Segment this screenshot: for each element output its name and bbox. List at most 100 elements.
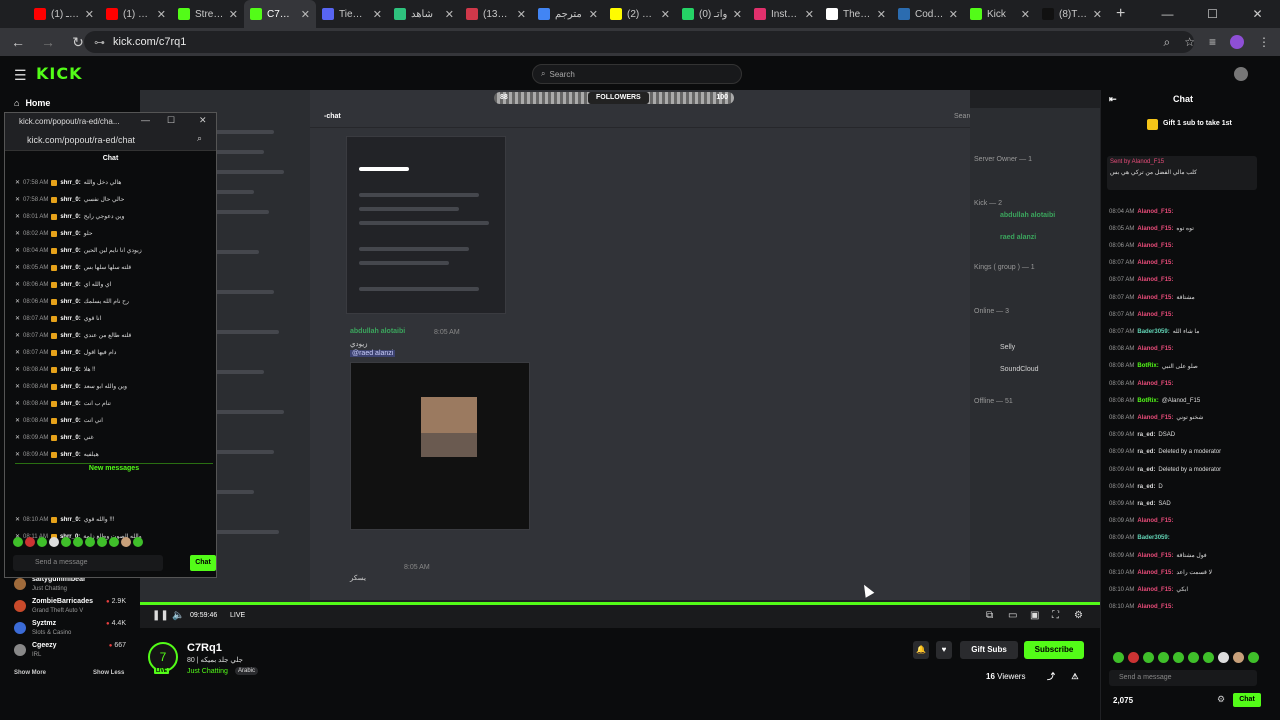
message-user[interactable]: Bader3059: xyxy=(1137,535,1169,541)
sidebar-item-home[interactable]: ⌂ Home xyxy=(14,98,50,108)
message-user[interactable]: Bader3059: xyxy=(1137,329,1169,335)
zoom-icon[interactable]: ⌕ xyxy=(1163,35,1170,50)
message-user[interactable]: shrr_0: xyxy=(60,384,80,390)
sidebar-channel[interactable]: Cgeezy IRL 667 xyxy=(14,642,126,664)
tab-close-icon[interactable]: ✕ xyxy=(877,8,886,21)
tab-close-icon[interactable]: ✕ xyxy=(445,8,454,21)
message-user[interactable]: Alanod_F15: xyxy=(1137,587,1173,593)
chat-message[interactable]: 08:09 AM ra_ed: DSAD xyxy=(1109,428,1261,443)
show-less-link[interactable]: Show Less xyxy=(93,670,124,676)
popout-chat-message[interactable]: ✕ 08:07 AM shrr_0: قلته طالع من عندي xyxy=(15,328,215,343)
gift-sub-banner[interactable]: Gift 1 sub to take 1st xyxy=(1163,120,1232,127)
pip-icon[interactable]: ▣ xyxy=(1030,610,1039,621)
tab-close-icon[interactable]: ✕ xyxy=(1021,8,1030,21)
popout-chat-message[interactable]: ✕ 08:09 AM shrr_0: غني xyxy=(15,430,215,445)
message-user[interactable]: Alanod_F15: xyxy=(1137,243,1173,249)
emote[interactable] xyxy=(1218,652,1229,663)
browser-tab[interactable]: مترجم ✕ xyxy=(532,0,604,28)
emote[interactable] xyxy=(97,537,107,547)
chat-message[interactable]: 08:04 AM Alanod_F15: xyxy=(1109,204,1261,219)
message-user[interactable]: ra_ed: xyxy=(1137,467,1155,473)
message-user[interactable]: Alanod_F15: xyxy=(1137,518,1173,524)
emote[interactable] xyxy=(13,537,23,547)
chat-message[interactable]: 08:09 AM ra_ed: Deleted by a moderator xyxy=(1109,462,1261,477)
chat-message[interactable]: 08:08 AM Alanod_F15: xyxy=(1109,376,1261,391)
chat-message[interactable]: 08:08 AM BotRix: صلو على النبي xyxy=(1109,359,1261,374)
emote[interactable] xyxy=(37,537,47,547)
browser-tab[interactable]: Kick ✕ xyxy=(964,0,1036,28)
popout-chat-message[interactable]: ✕ 08:08 AM shrr_0: وين والله ابو سعد xyxy=(15,379,215,394)
popout-chat-message[interactable]: ✕ 08:10 AM shrr_0: والله قوي !!! xyxy=(15,512,215,527)
popout-close-icon[interactable]: ✕ xyxy=(199,115,207,126)
pause-icon[interactable]: ❚❚ xyxy=(152,610,169,621)
theatre-mode-icon[interactable]: ▭ xyxy=(1008,610,1017,621)
emote[interactable] xyxy=(1173,652,1184,663)
message-user[interactable]: ra_ed: xyxy=(1137,432,1155,438)
popout-chat-message[interactable]: ✕ 08:08 AM shrr_0: هلا !! xyxy=(15,362,215,377)
browser-tab[interactable]: (0) واتـ ✕ xyxy=(676,0,748,28)
message-user[interactable]: shrr_0: xyxy=(60,350,80,356)
mod-icon[interactable]: ✕ xyxy=(15,213,20,220)
chat-message[interactable]: 08:05 AM Alanod_F15: توه توه xyxy=(1109,221,1261,236)
tab-close-icon[interactable]: ✕ xyxy=(373,8,382,21)
follow-heart-button[interactable]: ♥ xyxy=(936,641,952,659)
fullscreen-icon[interactable]: ⛶ xyxy=(1052,610,1059,621)
browser-tab[interactable]: Tienda ✕ xyxy=(316,0,388,28)
message-user[interactable]: Alanod_F15: xyxy=(1137,277,1173,283)
chat-message[interactable]: 08:10 AM Alanod_F15: xyxy=(1109,600,1261,615)
user-avatar[interactable] xyxy=(1234,67,1248,81)
mod-icon[interactable]: ✕ xyxy=(15,298,20,305)
sidebar-channel[interactable]: saltygummibear Just Chatting xyxy=(14,576,126,598)
mod-icon[interactable]: ✕ xyxy=(15,400,20,407)
channel-points[interactable]: 2,075 xyxy=(1113,696,1133,705)
tab-close-icon[interactable]: ✕ xyxy=(949,8,958,21)
popout-chat-message[interactable]: ✕ 07:58 AM shrr_0: هالي دخل والله xyxy=(15,175,215,190)
chat-message[interactable]: 08:07 AM Alanod_F15: xyxy=(1109,307,1261,322)
message-user[interactable]: shrr_0: xyxy=(60,197,80,203)
message-user[interactable]: shrr_0: xyxy=(60,265,80,271)
chat-message[interactable]: 08:07 AM Alanod_F15: xyxy=(1109,256,1261,271)
popout-chat-message[interactable]: ✕ 08:07 AM shrr_0: دام فيها اقول xyxy=(15,345,215,360)
share-icon[interactable]: ⤴ xyxy=(1044,668,1058,686)
browser-tab[interactable]: Coden ✕ xyxy=(892,0,964,28)
sidebar-channel[interactable]: Syztmz Slots & Casino 4.4K xyxy=(14,620,126,642)
chat-settings-icon[interactable]: ⚙ xyxy=(1217,694,1225,705)
message-user[interactable]: shrr_0: xyxy=(60,517,80,523)
popout-chat-message[interactable]: ✕ 08:04 AM shrr_0: زيودي انا نايم لين الحين xyxy=(15,243,215,258)
emote[interactable] xyxy=(1248,652,1259,663)
site-info-icon[interactable]: ⊶ xyxy=(94,36,105,49)
stream-category[interactable]: Just Chatting xyxy=(187,668,228,675)
message-user[interactable]: shrr_0: xyxy=(60,316,80,322)
browser-tab[interactable]: (1) اشتـ ✕ xyxy=(28,0,100,28)
emote[interactable] xyxy=(133,537,143,547)
chat-message[interactable]: 08:09 AM ra_ed: SAD xyxy=(1109,496,1261,511)
message-user[interactable]: shrr_0: xyxy=(60,231,80,237)
chat-message[interactable]: 08:06 AM Alanod_F15: xyxy=(1109,238,1261,253)
popout-chat-message[interactable]: ✕ 08:06 AM shrr_0: اي والله اي xyxy=(15,277,215,292)
emote[interactable] xyxy=(109,537,119,547)
mod-icon[interactable]: ✕ xyxy=(15,349,20,356)
stream-tag[interactable]: Arabic xyxy=(235,667,259,675)
new-tab-button[interactable]: + xyxy=(1116,5,1125,23)
browser-tab[interactable]: (8)TikT ✕ xyxy=(1036,0,1108,28)
chat-message[interactable]: 08:09 AM ra_ed: D xyxy=(1109,479,1261,494)
chat-message[interactable]: 08:08 AM Alanod_F15: شخنو توني xyxy=(1109,410,1261,425)
tab-close-icon[interactable]: ✕ xyxy=(733,8,742,21)
message-user[interactable]: Alanod_F15: xyxy=(1137,570,1173,576)
mod-icon[interactable]: ✕ xyxy=(15,516,20,523)
close-window-button[interactable]: ✕ xyxy=(1235,0,1280,28)
browser-tab[interactable]: The be ✕ xyxy=(820,0,892,28)
popout-chat-message[interactable]: ✕ 08:05 AM shrr_0: قلته سلها سلها بس xyxy=(15,260,215,275)
popout-zoom-icon[interactable]: ⌕ xyxy=(197,133,202,144)
tab-close-icon[interactable]: ✕ xyxy=(85,8,94,21)
popout-chat-message[interactable]: ✕ 07:58 AM shrr_0: حالي حال نفسي xyxy=(15,192,215,207)
browser-tab[interactable]: Instagr ✕ xyxy=(748,0,820,28)
chat-message-input[interactable]: Send a message xyxy=(1109,670,1257,686)
popout-chat-button[interactable]: Chat xyxy=(190,555,216,571)
media-icon[interactable]: ≡ xyxy=(1209,35,1216,49)
mod-icon[interactable]: ✕ xyxy=(15,417,20,424)
emote[interactable] xyxy=(49,537,59,547)
settings-gear-icon[interactable]: ⚙ xyxy=(1074,610,1083,621)
emote[interactable] xyxy=(1203,652,1214,663)
back-icon[interactable]: ← xyxy=(6,34,30,50)
